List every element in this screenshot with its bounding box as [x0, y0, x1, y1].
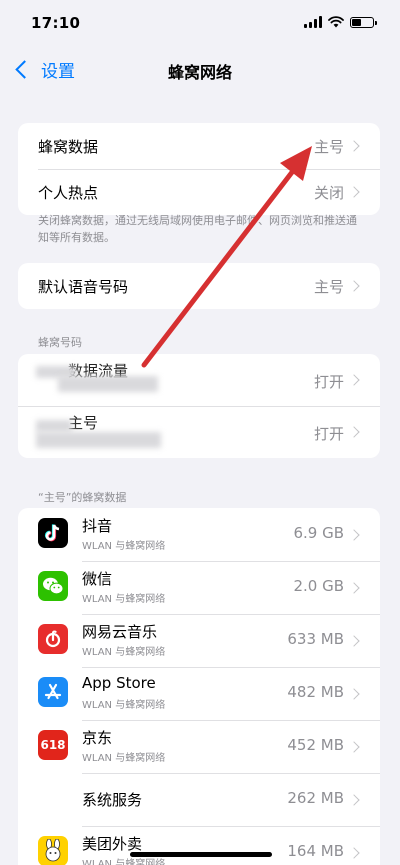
cellular-settings-group: 蜂窝数据 主号 个人热点 关闭 [18, 123, 380, 215]
chevron-right-icon [348, 581, 360, 594]
chevron-right-icon [348, 280, 360, 292]
app-name: App Store [82, 674, 156, 692]
jd-icon: 618 [38, 730, 68, 760]
meituan-icon [38, 836, 68, 865]
default-voice-line-value: 主号 [313, 277, 344, 296]
chevron-right-icon [348, 740, 360, 753]
voice-line-group: 默认语音号码 主号 [18, 263, 380, 309]
cellular-footnote: 关闭蜂窝数据，通过无线局域网使用电子邮件、网页浏览和推送通知等所有数据。 [38, 214, 357, 244]
redacted-block [36, 420, 72, 432]
sim-value: 打开 [313, 425, 344, 443]
app-row-system-services[interactable]: 系统服务 262 MB [18, 773, 380, 826]
chevron-right-icon [348, 687, 360, 700]
sim-row-data[interactable]: 数据流量 打开 [18, 354, 380, 406]
app-network-type: WLAN 与蜂窝网络 [82, 753, 166, 764]
cellular-plans-header: 蜂窝号码 [38, 336, 82, 349]
app-name: 抖音 [82, 517, 113, 535]
chevron-right-icon [348, 426, 360, 438]
app-row-jd[interactable]: 618 京东 WLAN 与蜂窝网络 452 MB [18, 720, 380, 773]
app-data-size: 2.0 GB [293, 577, 344, 595]
app-row-meituan[interactable]: 美团外卖 WLAN 与蜂窝网络 164 MB [18, 826, 380, 865]
chevron-right-icon [348, 186, 360, 198]
sim-row-primary[interactable]: 主号 打开 [18, 406, 380, 458]
app-data-size: 633 MB [287, 630, 344, 648]
netease-music-icon [38, 624, 68, 654]
cellular-plans-group: 数据流量 打开 主号 打开 [18, 354, 380, 458]
signal-icon [304, 16, 322, 28]
cellular-data-row[interactable]: 蜂窝数据 主号 [18, 123, 380, 169]
sim-value: 打开 [313, 373, 344, 391]
chevron-right-icon [348, 793, 360, 806]
app-network-type: WLAN 与蜂窝网络 [82, 594, 166, 605]
app-network-type: WLAN 与蜂窝网络 [82, 541, 166, 552]
personal-hotspot-row[interactable]: 个人热点 关闭 [18, 169, 380, 215]
sim-label: 主号 [68, 414, 99, 432]
personal-hotspot-label: 个人热点 [38, 183, 99, 202]
app-row-wechat[interactable]: 微信 WLAN 与蜂窝网络 2.0 GB [18, 561, 380, 614]
home-indicator [130, 852, 272, 857]
jd-icon-text: 618 [40, 738, 66, 752]
wifi-icon [328, 16, 344, 28]
app-row-app-store[interactable]: App Store WLAN 与蜂窝网络 482 MB [18, 667, 380, 720]
app-usage-header: “主号”的蜂窝数据 [38, 491, 127, 504]
nav-bar: 设置 蜂窝网络 [0, 50, 400, 90]
app-data-size: 482 MB [287, 683, 344, 701]
douyin-icon [38, 518, 68, 548]
app-name: 系统服务 [82, 791, 143, 809]
chevron-right-icon [348, 374, 360, 386]
battery-icon [350, 16, 377, 28]
app-name: 网易云音乐 [82, 623, 158, 641]
app-usage-group: 抖音 WLAN 与蜂窝网络 6.9 GB 微信 WLAN 与蜂窝网络 2.0 G… [18, 508, 380, 865]
chevron-right-icon [348, 634, 360, 647]
app-row-douyin[interactable]: 抖音 WLAN 与蜂窝网络 6.9 GB [18, 508, 380, 561]
redacted-block [58, 376, 158, 392]
personal-hotspot-value: 关闭 [313, 183, 344, 202]
app-data-size: 262 MB [287, 789, 344, 807]
status-icons [304, 16, 377, 28]
status-bar: 17:10 [0, 0, 400, 46]
app-row-netease-music[interactable]: 网易云音乐 WLAN 与蜂窝网络 633 MB [18, 614, 380, 667]
app-store-icon [38, 677, 68, 707]
chevron-right-icon [348, 140, 360, 152]
cellular-data-value: 主号 [313, 137, 344, 156]
chevron-right-icon [348, 846, 360, 859]
default-voice-line-row[interactable]: 默认语音号码 主号 [18, 263, 380, 309]
app-name: 美团外卖 [82, 835, 143, 853]
default-voice-line-label: 默认语音号码 [38, 277, 129, 296]
app-data-size: 452 MB [287, 736, 344, 754]
app-data-size: 6.9 GB [293, 524, 344, 542]
battery-level [352, 18, 361, 26]
app-network-type: WLAN 与蜂窝网络 [82, 700, 166, 711]
app-network-type: WLAN 与蜂窝网络 [82, 647, 166, 658]
status-time: 17:10 [31, 14, 81, 32]
chevron-right-icon [348, 528, 360, 541]
app-data-size: 164 MB [287, 842, 344, 860]
redacted-block [36, 432, 161, 448]
app-name: 京东 [82, 729, 113, 747]
cellular-data-label: 蜂窝数据 [38, 137, 99, 156]
wechat-icon [38, 571, 68, 601]
page-title: 蜂窝网络 [167, 63, 232, 82]
app-name: 微信 [82, 570, 113, 588]
